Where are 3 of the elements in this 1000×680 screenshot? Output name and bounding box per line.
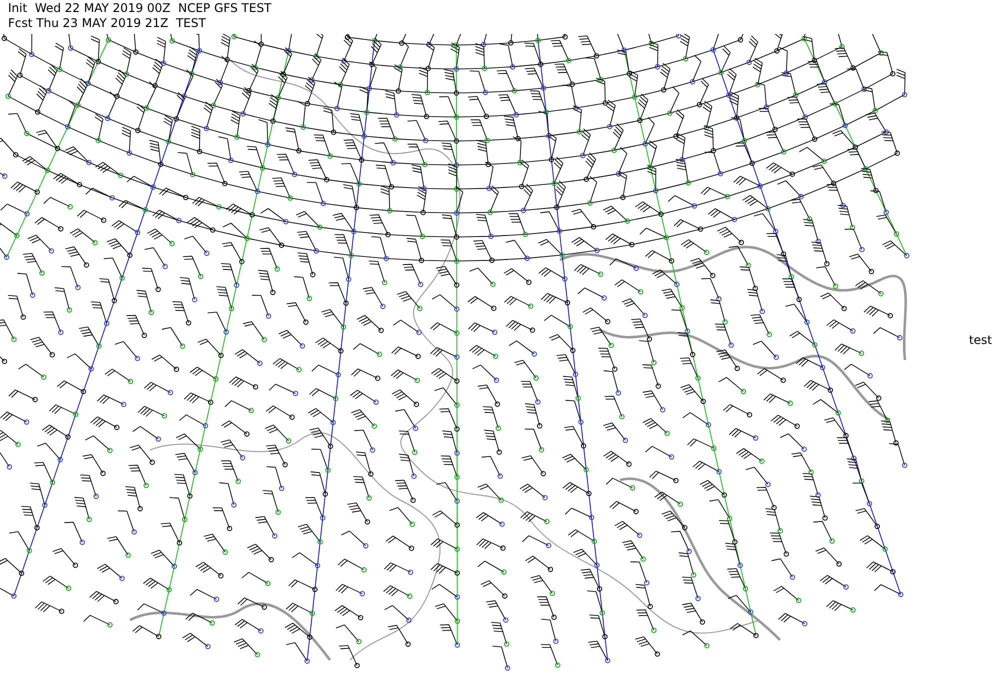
side-label: test (968, 332, 992, 349)
init-time-label: Init Wed 22 MAY 2019 00Z NCEP GFS TEST (8, 1, 272, 16)
forecast-time-label: Fcst Thu 23 MAY 2019 21Z TEST (8, 16, 206, 31)
